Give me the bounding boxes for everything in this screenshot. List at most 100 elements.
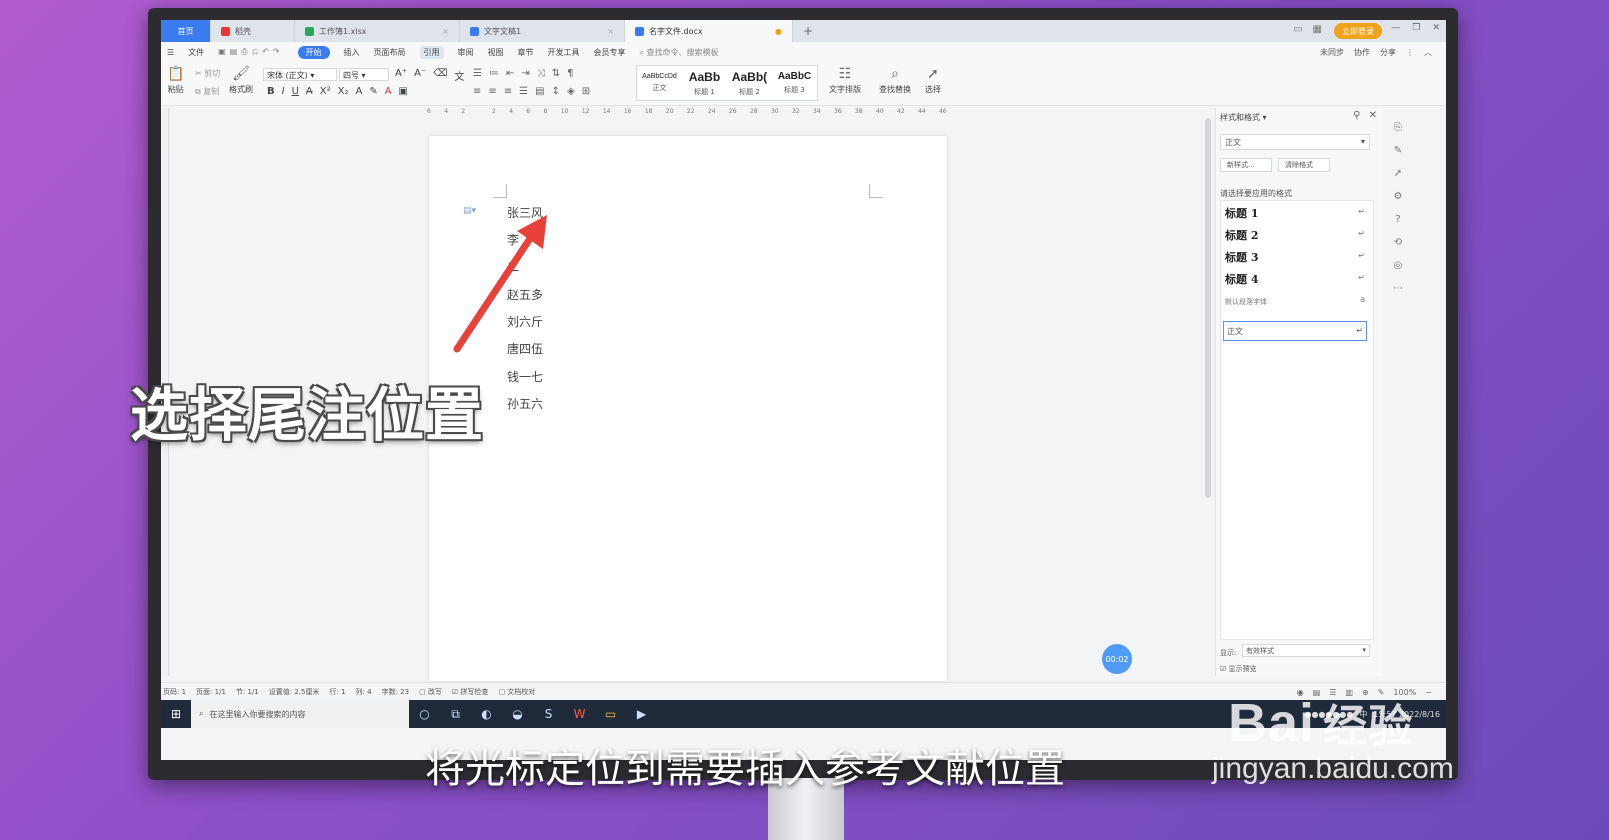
wps-icon[interactable]: W [564,707,595,721]
clear-format-button[interactable]: 清除格式 [1278,158,1330,172]
menu-page-layout[interactable]: 页面布局 [374,47,406,58]
cursor-icon[interactable]: ➚ [1394,168,1402,179]
sync-button[interactable]: 未同步 [1320,47,1344,58]
bold-icon[interactable]: B [267,86,275,97]
text-layout-button[interactable]: ☷ 文字排版 [829,66,861,95]
style-item-heading-4[interactable]: 标题 4 [1225,271,1258,287]
menu-file[interactable]: 文件 [188,47,204,58]
taskbar-search[interactable]: ⌕ 在这里输入你要搜索的内容 [191,700,409,728]
pen-icon[interactable]: ✎ [1394,145,1402,156]
style-heading-2[interactable]: AaBb(标题 2 [727,66,772,100]
menu-member[interactable]: 会员专享 [594,47,626,58]
borders-icon[interactable]: ⊞ [582,86,590,97]
window-layout-icon[interactable]: ▭ [1293,24,1302,35]
clear-format-icon[interactable]: ⌫ [433,68,447,83]
pinyin-icon[interactable]: 文 [454,68,464,83]
menu-developer[interactable]: 开发工具 [548,47,580,58]
grow-font-icon[interactable]: A⁺ [395,68,407,83]
more-tools-icon[interactable]: ⋯ [1393,283,1403,294]
style-heading-1[interactable]: AaBb 标题 1 [682,66,727,100]
distribute-icon[interactable]: ▤ [535,86,544,97]
hamburger-icon[interactable]: ☰ [167,48,174,57]
menu-references[interactable]: 引用 [419,45,444,59]
style-item-heading-2[interactable]: 标题 2 [1225,227,1258,243]
restore-icon[interactable]: ❐ [1412,23,1420,33]
style-item-normal[interactable]: 正文 ↵ [1223,321,1367,341]
style-item-default-font[interactable]: 默认段落字体 [1225,297,1267,307]
close-window-icon[interactable]: ✕ [1432,23,1440,33]
cut-button[interactable]: ✂ 剪切 [195,68,220,79]
share-button[interactable]: 分享 [1380,47,1396,58]
select-button[interactable]: ➚ 选择 [925,66,941,95]
document-scrollbar[interactable] [1205,118,1211,498]
shading-icon[interactable]: ◈ [567,86,575,97]
browser-icon[interactable]: ◐ [471,707,502,721]
tab-active-doc[interactable]: 名字文件.docx ● [625,20,793,42]
style-heading-3[interactable]: AaBbC 标题 3 [772,66,817,100]
cortana-icon[interactable]: ○ [409,707,440,721]
text-effect-icon[interactable]: A [355,86,362,97]
style-tool-icon[interactable]: ⎘ [1394,122,1402,133]
collapse-ribbon-icon[interactable]: ︿ [1424,47,1432,58]
edge-icon[interactable]: ◒ [502,707,533,721]
show-select[interactable]: 有效样式 ▾ [1242,644,1370,657]
subscript-icon[interactable]: X₂ [338,86,349,97]
increase-indent-icon[interactable]: ⇥ [521,68,529,79]
windows-start-icon[interactable]: ⊞ [161,707,191,721]
pin-icon[interactable]: ⚲ [1353,110,1360,121]
tab-text-doc[interactable]: 文字文稿1 × [460,20,625,42]
overwrite-toggle[interactable]: ▢ 改写 [419,687,442,697]
shrink-font-icon[interactable]: A⁻ [414,68,426,83]
copy-button[interactable]: ⧉ 复制 [195,86,219,97]
menu-section[interactable]: 章节 [518,47,534,58]
sogou-icon[interactable]: S [533,707,564,721]
tab-workbook[interactable]: 工作簿1.xlsx × [295,20,460,42]
font-family-select[interactable]: 宋体 (正文) ▾ [263,68,337,81]
media-player-icon[interactable]: ▶ [626,707,657,721]
login-button[interactable]: 立即登录 [1334,23,1382,39]
close-icon[interactable]: × [607,27,614,36]
new-style-button[interactable]: 新样式... [1220,158,1272,172]
align-left-icon[interactable]: ≡ [473,86,481,97]
paste-button[interactable]: 📋 粘贴 [167,66,184,95]
underline-icon[interactable]: U [292,86,299,97]
doc-line[interactable]: 孙五六 [507,395,543,412]
proofread-button[interactable]: ▢ 文档校对 [498,687,535,697]
align-right-icon[interactable]: ≡ [504,86,512,97]
close-icon[interactable]: ✕ [1369,110,1377,121]
menu-home[interactable]: 开始 [297,45,330,59]
style-normal[interactable]: AaBbCcDd 正文 [637,66,682,100]
tab-home[interactable]: 首页 [161,20,211,42]
show-preview-checkbox[interactable]: ☑ 显示预览 [1220,664,1257,674]
backup-icon[interactable]: ⟲ [1394,237,1402,248]
find-replace-button[interactable]: ⌕ 查找替换 [879,66,911,95]
strikethrough-icon[interactable]: A̶ [306,86,313,97]
current-style-select[interactable]: 正文 ▾ [1220,134,1370,150]
italic-icon[interactable]: I [282,86,285,97]
minimize-icon[interactable]: — [1391,23,1400,33]
style-item-heading-3[interactable]: 标题 3 [1225,249,1258,265]
format-painter-button[interactable]: 🖌 格式刷 [229,66,253,95]
highlight-icon[interactable]: ✎ [369,86,377,97]
tab-docer[interactable]: 稻壳 [211,20,295,42]
justify-icon[interactable]: ☰ [519,86,528,97]
new-tab-button[interactable]: + [793,24,823,38]
help-icon[interactable]: ? [1395,214,1400,225]
more-icon[interactable]: ⋮ [1406,48,1414,57]
share-icon[interactable]: ◎ [1394,260,1403,271]
grid-icon[interactable]: ▦ [1313,24,1322,35]
settings-sliders-icon[interactable]: ⚙ [1394,191,1403,202]
doc-line[interactable]: 钱一七 [507,368,543,385]
font-color-icon[interactable]: A [385,86,392,97]
collaborate-button[interactable]: 协作 [1354,47,1370,58]
sort-icon[interactable]: ⇅ [552,68,560,79]
bullet-list-icon[interactable]: ☰ [473,68,482,79]
spell-check-toggle[interactable]: ☑ 拼写检查 [452,687,489,697]
menu-insert[interactable]: 插入 [344,47,360,58]
menu-view[interactable]: 视图 [488,47,504,58]
task-view-icon[interactable]: ⧉ [440,707,471,722]
decrease-indent-icon[interactable]: ⇤ [506,68,514,79]
line-spacing-icon[interactable]: ↕ [552,86,560,97]
superscript-icon[interactable]: X² [320,86,331,97]
menu-review[interactable]: 审阅 [458,47,474,58]
